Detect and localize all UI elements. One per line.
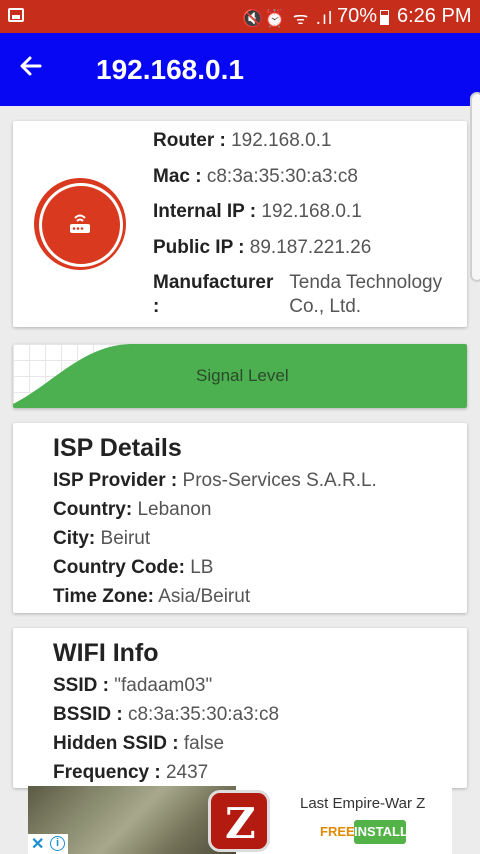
router-badge	[34, 178, 126, 270]
ad-install-button[interactable]: INSTALL	[354, 820, 408, 844]
clock: 6:26 PM	[397, 5, 472, 27]
ad-free-label: FREE	[320, 824, 355, 839]
ad-controls: ✕ i	[28, 834, 68, 854]
mac-line: Mac : c8:3a:35:30:a3:c8	[153, 165, 358, 187]
status-bar: 🔇⏰ ᯤ .ıl 70% 6:26 PM	[0, 0, 480, 33]
wifi-rows: SSID : "fadaam03" BSSID : c8:3a:35:30:a3…	[53, 671, 453, 787]
frequency-row: Frequency : 2437	[53, 762, 209, 783]
isp-details-title: ISP Details	[53, 434, 182, 462]
wifi-info-card: WIFI Info SSID : "fadaam03" BSSID : c8:3…	[13, 628, 467, 788]
ad-title[interactable]: Last Empire-War Z	[300, 795, 425, 812]
isp-provider-row: ISP Provider : Pros-Services S.A.R.L.	[53, 470, 377, 491]
router-icon	[70, 214, 90, 233]
page-title: 192.168.0.1	[96, 54, 244, 85]
battery-percentage: 70%	[337, 5, 378, 27]
bssid-row: BSSID : c8:3a:35:30:a3:c8	[53, 704, 280, 725]
gallery-icon	[8, 8, 24, 22]
wifi-info-title: WIFI Info	[53, 639, 159, 667]
router-line: Router : 192.168.0.1	[153, 130, 332, 151]
status-icons: 🔇⏰ ᯤ .ıl	[242, 9, 334, 29]
internal-ip-line: Internal IP : 192.168.0.1	[153, 201, 362, 222]
isp-details-card: ISP Details ISP Provider : Pros-Services…	[13, 423, 467, 613]
city-row: City: Beirut	[53, 528, 151, 549]
ad-banner[interactable]: Z Last Empire-War Z FREE INSTALL	[28, 786, 452, 854]
router-info-lines: Router : 192.168.0.1 Mac : c8:3a:35:30:a…	[153, 129, 458, 319]
battery-icon	[380, 10, 389, 25]
country-row: Country: Lebanon	[53, 499, 212, 520]
signal-level-label: Signal Level	[196, 366, 289, 385]
isp-rows: ISP Provider : Pros-Services S.A.R.L. Co…	[53, 466, 453, 611]
time-zone-row: Time Zone: Asia/Beirut	[53, 586, 251, 607]
ad-info-icon[interactable]: i	[50, 836, 65, 851]
ad-close-icon[interactable]: ✕	[31, 834, 44, 854]
router-info-card: Router : 192.168.0.1 Mac : c8:3a:35:30:a…	[13, 121, 467, 327]
ssid-row: SSID : "fadaam03"	[53, 675, 213, 696]
manufacturer-line: Manufacturer : Tenda Technology Co., Ltd…	[153, 272, 443, 317]
hidden-ssid-row: Hidden SSID : false	[53, 733, 225, 754]
public-ip-line: Public IP : 89.187.221.26	[153, 236, 372, 258]
scroll-edge-indicator	[470, 92, 480, 282]
app-bar: 192.168.0.1	[0, 33, 480, 106]
country-code-row: Country Code: LB	[53, 557, 214, 578]
back-arrow-icon[interactable]	[18, 53, 44, 85]
ad-app-logo[interactable]: Z	[208, 790, 270, 852]
signal-level-chart: Signal Level	[13, 344, 467, 408]
